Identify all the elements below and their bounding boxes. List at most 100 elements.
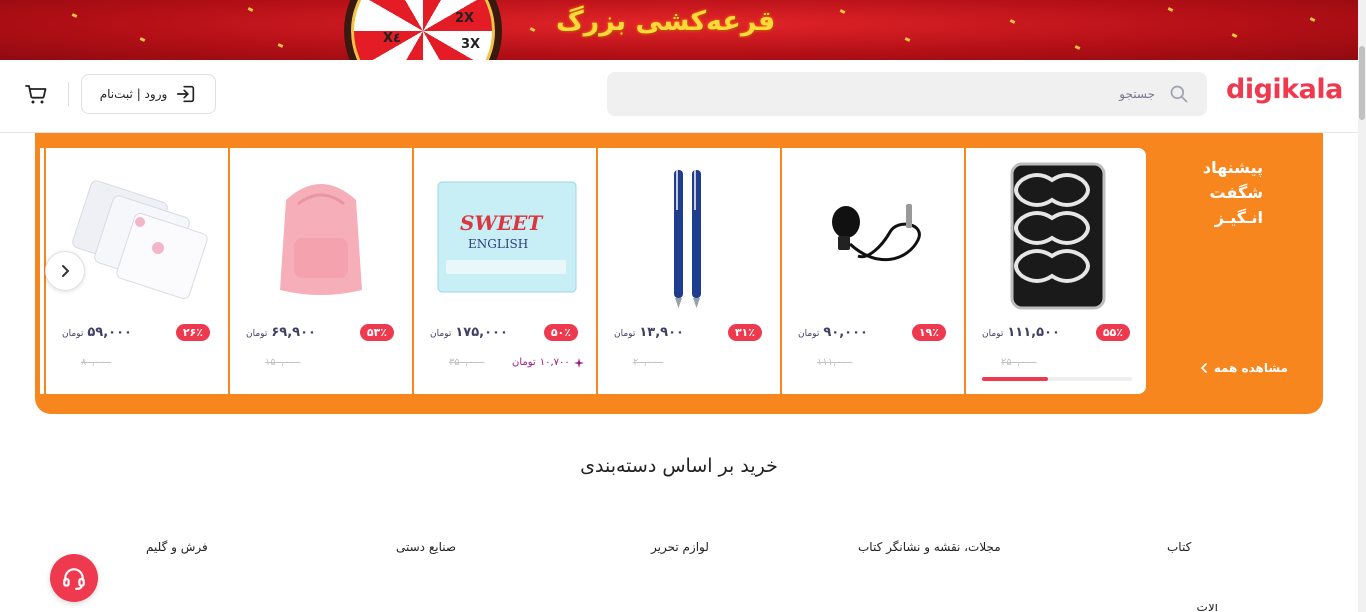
discount-badge: ۳۱٪ — [727, 324, 762, 341]
price: ۱۳,۹۰۰ تومان — [614, 325, 684, 340]
product-image-lavalier-microphone[interactable] — [798, 160, 948, 310]
search-input[interactable] — [655, 72, 1155, 116]
price-value: ۱۱۱,۵۰۰ — [1007, 325, 1060, 340]
amazing-title-line: انـگیـز — [1214, 208, 1263, 227]
login-label: ورود | ثبت‌نام — [99, 87, 168, 101]
amazing-offer-section: پیشنهاد شگفت انـگیـز مشاهده همه ۲۶٪ ۵۹,۰… — [35, 133, 1323, 414]
currency-label: تومان — [982, 329, 1004, 339]
price-value: ۹۰,۰۰۰ — [823, 325, 868, 340]
banner-title: قرعه‌کشی بزرگ — [556, 6, 776, 37]
confetti — [1009, 19, 1016, 24]
rug-image — [1010, 162, 1106, 310]
confetti — [1074, 45, 1081, 50]
old-price: ۲۰,۰۰۰ — [633, 357, 664, 368]
currency-label: تومان — [614, 329, 636, 339]
club-price-value: ۱۰,۷۰۰ — [539, 357, 570, 368]
product-image-cute-rug[interactable] — [982, 160, 1132, 310]
confetti — [839, 9, 846, 14]
confetti — [529, 27, 536, 32]
category-item[interactable]: کتاب — [1167, 540, 1191, 554]
category-item[interactable]: آلات موسیقی — [1152, 604, 1218, 612]
chevron-left-icon — [1200, 363, 1207, 373]
confetti — [1167, 7, 1174, 12]
discount-badge: ۵۵٪ — [1095, 324, 1130, 341]
category-item-label: آلات موسیقی — [1196, 604, 1218, 612]
view-all-link[interactable]: مشاهده همه — [1200, 361, 1288, 375]
product-card[interactable]: ۳۱٪ ۱۳,۹۰۰ تومان ۲۰,۰۰۰ — [596, 148, 778, 394]
confetti — [277, 43, 284, 48]
amazing-title-line: شگفت — [1209, 183, 1264, 202]
headset-icon — [63, 568, 85, 590]
amazing-offer-title: پیشنهاد شگفت انـگیـز — [1183, 155, 1263, 230]
price-value: ۱۷۵,۰۰۰ — [455, 325, 508, 340]
confetti — [247, 7, 254, 12]
wheel-label: 2X — [455, 11, 475, 26]
confetti — [1309, 17, 1316, 22]
chevron-right-icon — [62, 265, 69, 277]
old-price: ۸۰,۰۰۰ — [81, 357, 112, 368]
sold-progress-bar — [982, 377, 1132, 381]
promo-banner[interactable]: X٤ 2X 3X 2X 5X قرعه‌کشی بزرگ — [0, 0, 1358, 60]
confetti — [904, 37, 911, 42]
wheel-label: 3X — [461, 37, 481, 52]
product-card[interactable]: SWEET ENGLISH ۵۰٪ ۱۷۵,۰۰۰ تومان ۳۵۰,۰۰۰ … — [412, 148, 594, 394]
old-price: ۲۵۰,۰۰۰ — [1001, 357, 1037, 368]
search-icon[interactable] — [1169, 84, 1189, 104]
site-header: digikala ورود | ثبت‌نام — [0, 60, 1358, 133]
price: ۹۰,۰۰۰ تومان — [798, 325, 868, 340]
currency-label: تومان — [246, 329, 268, 339]
svg-text:ENGLISH: ENGLISH — [468, 237, 528, 251]
product-card[interactable]: ۵۵٪ ۱۱۱,۵۰۰ تومان ۲۵۰,۰۰۰ — [964, 148, 1146, 394]
categories-title: خرید بر اساس دسته‌بندی — [580, 455, 778, 477]
support-chat-button[interactable] — [50, 554, 98, 602]
category-item[interactable]: صنایع دستی — [396, 540, 456, 554]
currency-label: تومان — [430, 329, 452, 339]
category-item[interactable]: فرش و گلیم — [146, 540, 208, 554]
blue-pens-image — [674, 170, 701, 308]
scrollbar-thumb[interactable] — [1359, 46, 1365, 120]
amazing-title-line: پیشنهاد — [1202, 158, 1263, 177]
old-price: ۱۱۱,۰۰۰ — [817, 357, 853, 368]
category-item[interactable]: مجلات، نقشه و نشانگر کتاب — [858, 540, 1001, 554]
product-card[interactable]: ۵۳٪ ۶۹,۹۰۰ تومان ۱۵۰,۰۰۰ — [228, 148, 410, 394]
old-price: ۳۵۰,۰۰۰ — [449, 357, 485, 368]
search-box[interactable] — [607, 72, 1207, 116]
old-price: ۱۵۰,۰۰۰ — [265, 357, 301, 368]
product-image-blue-pens[interactable] — [614, 160, 764, 310]
product-image-english-book-box[interactable]: SWEET ENGLISH — [430, 160, 580, 310]
discount-badge: ۵۳٪ — [359, 324, 394, 341]
price: ۱۱۱,۵۰۰ تومان — [982, 325, 1060, 340]
stationery-pack-image — [72, 180, 208, 300]
sparkle-icon — [573, 357, 584, 368]
product-image-pink-backpack[interactable] — [246, 160, 396, 310]
product-image-stationery-pack[interactable] — [62, 160, 212, 310]
discount-badge: ۱۹٪ — [911, 324, 946, 341]
wheel-label: X٤ — [383, 31, 401, 46]
confetti — [139, 37, 146, 42]
page-scrollbar[interactable] — [1358, 0, 1366, 612]
login-button[interactable]: ورود | ثبت‌نام — [81, 74, 216, 114]
category-item[interactable]: لوازم تحریر — [651, 540, 709, 554]
cart-icon[interactable] — [24, 82, 48, 106]
svg-text:SWEET: SWEET — [460, 211, 544, 235]
currency-label: تومان — [512, 357, 536, 368]
discount-badge: ۲۶٪ — [175, 324, 210, 341]
currency-label: تومان — [798, 329, 820, 339]
club-price: ۱۰,۷۰۰ تومان — [512, 357, 584, 368]
digikala-homepage: X٤ 2X 3X 2X 5X قرعه‌کشی بزرگ digikala ور… — [0, 0, 1366, 612]
confetti — [1231, 33, 1238, 38]
price-value: ۵۹,۰۰۰ — [87, 325, 132, 340]
english-book-box-image: SWEET ENGLISH — [437, 181, 577, 293]
product-card[interactable]: ۱۹٪ ۹۰,۰۰۰ تومان ۱۱۱,۰۰۰ — [780, 148, 962, 394]
prize-wheel: X٤ 2X 3X 2X 5X — [344, 0, 502, 60]
header-divider — [68, 82, 69, 106]
microphone-image — [832, 204, 921, 262]
digikala-logo[interactable]: digikala — [1226, 74, 1343, 105]
sold-progress-fill — [982, 377, 1048, 381]
product-carousel: ۲۶٪ ۵۹,۰۰۰ تومان ۸۰,۰۰۰ ۵۳٪ ۶۹,۹۰۰ تومان… — [40, 148, 1146, 394]
confetti — [71, 13, 78, 18]
price: ۱۷۵,۰۰۰ تومان — [430, 325, 508, 340]
carousel-next-button[interactable] — [45, 251, 85, 291]
pink-backpack-image — [280, 184, 362, 295]
price: ۵۹,۰۰۰ تومان — [62, 325, 132, 340]
